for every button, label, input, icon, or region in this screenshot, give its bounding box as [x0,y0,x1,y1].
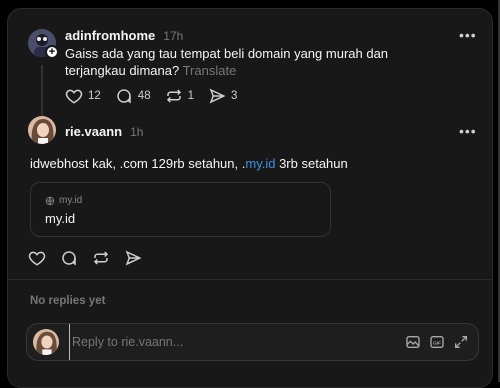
heart-icon [28,251,46,266]
like-button[interactable]: 12 [65,87,101,105]
reply-like-button[interactable] [28,249,46,267]
repost-icon [93,251,109,265]
share-icon [125,250,142,266]
gif-icon[interactable]: GIF [429,334,445,350]
reply-share-button[interactable] [124,249,142,267]
like-count: 12 [88,90,101,102]
comment-count: 48 [137,90,151,102]
section-divider [8,279,492,280]
thread-line [41,65,43,117]
comment-button[interactable]: 48 [115,87,151,105]
globe-icon [45,196,55,205]
comment-icon [62,251,76,266]
follow-plus-icon[interactable]: + [45,45,59,59]
share-icon [209,88,226,104]
card-title: my.id [45,211,76,226]
card-domain: my.id [59,195,83,206]
card-domain-row: my.id [45,195,82,206]
post-username[interactable]: adinfromhome [65,28,155,43]
reply-actions [28,249,142,267]
reply-text-after: 3rb setahun [275,156,348,171]
reply-text-before: idwebhost kak, .com 129rb setahun, . [30,156,246,171]
post-time[interactable]: 17h [163,29,183,43]
reply-comment-button[interactable] [60,249,78,267]
svg-text:GIF: GIF [433,340,441,345]
heart-icon [65,89,83,104]
reply-link[interactable]: my.id [245,156,275,171]
post-more-button[interactable]: ••• [459,27,477,43]
comment-icon [117,89,131,104]
composer-avatar [33,329,59,355]
share-button[interactable]: 3 [208,87,237,105]
share-count: 3 [231,90,238,102]
reply-input[interactable] [69,324,369,360]
reply-repost-button[interactable] [92,249,110,267]
reply-composer[interactable]: GIF [26,323,479,361]
repost-button[interactable]: 1 [165,87,194,105]
translate-link[interactable]: Translate [183,63,237,78]
reply-more-button[interactable]: ••• [459,123,477,139]
image-icon[interactable] [405,334,421,350]
no-replies-label: No replies yet [30,295,106,307]
repost-count: 1 [187,90,194,102]
repost-icon [166,89,181,103]
reply-text-block: idwebhost kak, .com 129rb setahun, .my.i… [30,155,450,172]
expand-icon[interactable] [453,334,469,350]
post-actions: 12 48 1 3 [65,87,237,105]
reply-avatar[interactable] [28,116,56,144]
thread-panel: + adinfromhome 17h ••• Gaiss ada yang ta… [7,8,493,388]
reply-username[interactable]: rie.vaann [65,124,122,139]
post-text-block: Gaiss ada yang tau tempat beli domain ya… [65,45,435,79]
link-preview-card[interactable]: my.id my.id [30,182,331,237]
reply-time[interactable]: 1h [130,125,143,139]
